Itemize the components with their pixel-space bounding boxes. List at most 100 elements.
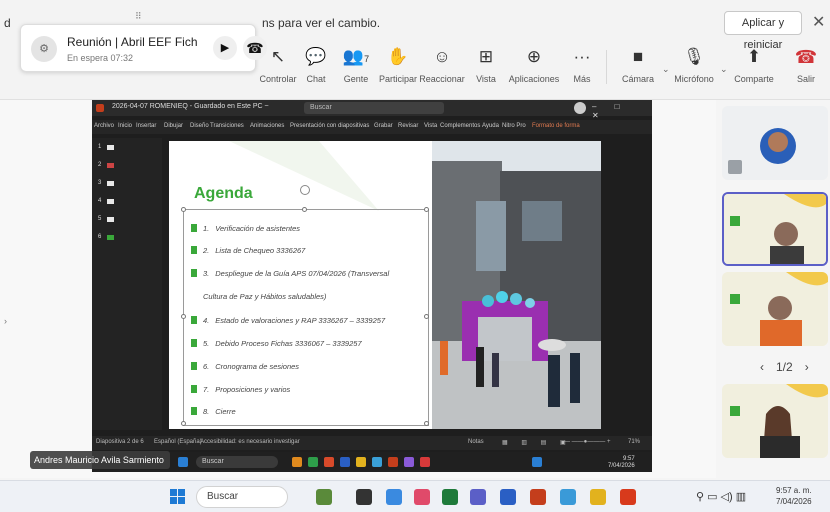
resize-handle[interactable] [424, 314, 429, 319]
next-page-icon[interactable]: › [805, 360, 809, 374]
teams-icon[interactable] [470, 489, 486, 505]
presenter-name-tag: Andres Mauricio Avila Sarmiento [30, 451, 170, 469]
slide-thumbnails: 1 2 3 4 5 6 [92, 138, 162, 430]
app-icon[interactable] [340, 457, 350, 467]
chrome-icon[interactable] [386, 489, 402, 505]
app-icon[interactable] [404, 457, 414, 467]
microphone-button[interactable]: 🎙 Micrófono [666, 44, 722, 90]
ribbon-tab[interactable]: Insertar [136, 123, 156, 129]
ribbon-tab[interactable]: Inicio [118, 123, 132, 129]
mini-call-status: En espera 07:32 [67, 53, 134, 63]
photos-icon[interactable] [560, 489, 576, 505]
ppt-ribbon-tabs: Archivo Inicio Insertar Dibujar Diseño T… [92, 120, 652, 134]
shared-clock: 9:57 7/04/2026 [608, 456, 635, 469]
ribbon-tab[interactable]: Archivo [94, 123, 114, 129]
microphone-muted-icon: 🎙 [683, 47, 705, 66]
view-buttons[interactable]: ▦ ▥ ▤ ▣ [502, 439, 572, 446]
resize-handle[interactable] [424, 421, 429, 426]
ribbon-tab[interactable]: Diseño [190, 123, 209, 129]
more-button[interactable]: ··· Más [554, 44, 610, 90]
participant-tile[interactable] [722, 106, 828, 180]
task-view-icon[interactable] [356, 489, 372, 505]
ribbon-tab[interactable]: Nitro Pro [502, 123, 526, 129]
participant-tile[interactable] [722, 272, 828, 346]
app-icon[interactable] [308, 457, 318, 467]
excel-icon[interactable] [442, 489, 458, 505]
ribbon-tab[interactable]: Revisar [398, 123, 418, 129]
resize-handle[interactable] [424, 207, 429, 212]
slide-thumbnail[interactable]: 2 [98, 162, 114, 168]
share-button[interactable]: ⬆ Comparte [726, 44, 782, 90]
current-slide[interactable]: Agenda 1. Verificación de asistentes 2. Li… [169, 141, 601, 429]
camera-icon: ■ [632, 47, 644, 66]
agenda-item: 7. Proposiciones y varios [191, 385, 290, 394]
agenda-item: 4. Estado de valoraciones y RAP 3336267 –… [191, 316, 385, 325]
app-icon[interactable] [324, 457, 334, 467]
app-icon[interactable] [372, 457, 382, 467]
leave-button[interactable]: ☎ Salir [778, 44, 830, 90]
office-icon[interactable] [620, 489, 636, 505]
windows-start-icon[interactable] [170, 489, 186, 505]
end-call-button[interactable]: ☎ [243, 36, 267, 60]
mini-call-title: Reunión | Abril EEF Fich [67, 35, 198, 49]
mini-call-window[interactable]: ⠿ ⚙ Reunión | Abril EEF Fich En espera 0… [20, 11, 267, 72]
file-explorer-icon[interactable] [590, 489, 606, 505]
powerpoint-filename: 2026-04-07 ROMENIEQ - Guardado en Este P… [112, 103, 269, 110]
bullet-icon [191, 246, 197, 254]
powerpoint-icon[interactable] [530, 489, 546, 505]
resize-handle[interactable] [181, 421, 186, 426]
slide-title: Agenda [194, 185, 253, 202]
slide-thumbnail[interactable]: 3 [98, 180, 114, 186]
ribbon-tab[interactable]: Formato de forma [532, 123, 580, 129]
ribbon-tab[interactable]: Dibujar [164, 123, 183, 129]
ribbon-tab[interactable]: Vista [424, 123, 437, 129]
bullet-icon [191, 316, 197, 324]
close-banner-icon[interactable]: ✕ [812, 12, 825, 32]
ribbon-tab[interactable]: Presentación con diapositivas [290, 123, 369, 129]
bullet-icon [191, 269, 197, 277]
word-icon[interactable] [500, 489, 516, 505]
slide-thumbnail[interactable]: 4 [98, 198, 114, 204]
zoom-slider[interactable]: — ——●——— + [564, 439, 610, 445]
drag-handle-icon[interactable]: ⠿ [135, 11, 142, 22]
app-icon[interactable] [356, 457, 366, 467]
slide-thumbnail[interactable]: 5 [98, 216, 114, 222]
start-icon[interactable] [178, 457, 188, 467]
participant-tile-active[interactable] [722, 192, 828, 266]
system-clock[interactable]: 9:57 a. m. 7/04/2026 [776, 485, 812, 507]
camera-button[interactable]: ■ Cámara [610, 44, 666, 90]
shared-taskbar-search[interactable]: Buscar [196, 456, 278, 468]
notes-button[interactable]: Notas [468, 439, 484, 445]
ribbon-tab[interactable]: Ayuda [482, 123, 499, 129]
resize-handle[interactable] [302, 207, 307, 212]
resize-handle[interactable] [181, 207, 186, 212]
ribbon-tab[interactable]: Complementos [440, 123, 480, 129]
slide-thumbnail[interactable]: 6 [98, 234, 114, 240]
ribbon-tab[interactable]: Transiciones [210, 123, 244, 129]
app-icon[interactable] [388, 457, 398, 467]
app-icon[interactable] [532, 457, 542, 467]
participant-tile[interactable] [722, 384, 828, 458]
slide-thumbnail[interactable]: 1 [98, 144, 114, 150]
window-controls[interactable]: – □ ✕ [592, 102, 652, 120]
app-icon[interactable] [292, 457, 302, 467]
apply-and-restart-button[interactable]: Aplicar y reiniciar [724, 11, 802, 51]
system-tray-icons[interactable]: ⚲ ▭ ◁) ▥ [696, 490, 746, 503]
resize-handle[interactable] [181, 314, 186, 319]
bullet-icon [191, 362, 197, 370]
accessibility-status[interactable]: Accesibilidad: es necesario investigar [200, 439, 300, 445]
powerpoint-title-bar: 2026-04-07 ROMENIEQ - Guardado en Este P… [92, 100, 652, 120]
ribbon-tab[interactable]: Grabar [374, 123, 393, 129]
participant-video-svg [722, 272, 828, 346]
rotate-handle-icon[interactable] [300, 185, 310, 195]
account-avatar[interactable] [574, 102, 586, 114]
taskbar-search-input[interactable]: Buscar [196, 486, 288, 508]
prev-page-icon[interactable]: ‹ [760, 360, 764, 374]
resume-call-button[interactable]: ▶ [213, 36, 237, 60]
widgets-icon[interactable] [316, 489, 332, 505]
app-icon[interactable] [414, 489, 430, 505]
powerpoint-search-input[interactable]: Buscar [304, 102, 444, 114]
app-icon[interactable] [420, 457, 430, 467]
ribbon-tab[interactable]: Animaciones [250, 123, 284, 129]
shared-screen: 2026-04-07 ROMENIEQ - Guardado en Este P… [92, 100, 652, 472]
